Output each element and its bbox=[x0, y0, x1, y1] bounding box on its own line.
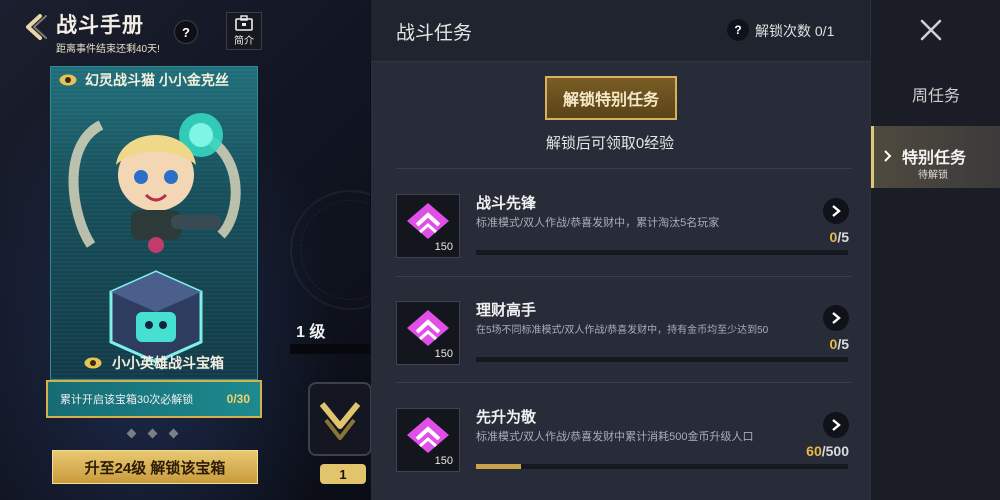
xp-diamond-icon bbox=[407, 203, 449, 239]
task-reward-box: 150 bbox=[396, 408, 460, 472]
chevron-right-icon bbox=[832, 312, 841, 324]
task-name: 先升为敬 bbox=[476, 409, 537, 426]
battle-tasks-panel: 战斗任务 ? 解锁次数 0/1 解锁特别任务 解锁后可领取0经验 150 战斗先… bbox=[371, 0, 870, 500]
little-legend-character-art bbox=[68, 113, 241, 253]
task-progress-bar bbox=[476, 464, 848, 469]
eye-icon[interactable] bbox=[84, 357, 102, 369]
level-number: 1 bbox=[320, 464, 366, 484]
divider bbox=[396, 276, 851, 277]
chest-progress-banner: 累计开启该宝箱30次必解锁 0/30 bbox=[46, 380, 262, 418]
tab-special-status: 待解锁 bbox=[918, 170, 948, 181]
task-description: 标准模式/双人作战/恭喜发财中，累计淘汰5名玩家 bbox=[476, 217, 720, 229]
reward-card: 幻灵战斗猫 小小金克丝 小小英雄战斗宝箱 bbox=[50, 66, 258, 380]
task-reward-xp: 150 bbox=[434, 241, 453, 253]
chest-progress-text: 累计开启该宝箱30次必解锁 bbox=[60, 394, 194, 406]
panel-title: 战斗任务 bbox=[396, 23, 473, 44]
unlock-count: 解锁次数 0/1 bbox=[755, 23, 835, 39]
back-button[interactable] bbox=[20, 12, 50, 42]
help-button[interactable]: ? bbox=[174, 20, 198, 44]
task-reward-xp: 150 bbox=[434, 348, 453, 360]
task-progress-total: /500 bbox=[821, 443, 849, 459]
task-progress-total: /5 bbox=[837, 336, 849, 352]
battle-chest-art bbox=[109, 270, 203, 364]
chest-progress-count: 0/30 bbox=[226, 392, 250, 406]
intro-button[interactable]: 简介 bbox=[226, 12, 262, 50]
eye-icon[interactable] bbox=[59, 74, 77, 86]
task-reward-box: 150 bbox=[396, 301, 460, 365]
briefcase-icon bbox=[235, 15, 253, 31]
task-tabs: 周任务 特别任务 待解锁 bbox=[870, 0, 1000, 500]
task-reward-box: 150 bbox=[396, 194, 460, 258]
pager-dot[interactable] bbox=[126, 428, 137, 439]
pager-dot[interactable] bbox=[147, 428, 158, 439]
task-item: 150 战斗先锋 标准模式/双人作战/恭喜发财中，累计淘汰5名玩家 0/5 bbox=[396, 180, 851, 274]
task-progress: 0/5 bbox=[830, 229, 849, 245]
close-icon[interactable] bbox=[919, 18, 943, 42]
unlock-help-button[interactable]: ? bbox=[727, 19, 749, 41]
task-name: 理财高手 bbox=[476, 302, 537, 319]
upgrade-unlock-button[interactable]: 升至24级 解锁该宝箱 bbox=[52, 450, 258, 484]
back-arrow-icon bbox=[26, 14, 47, 40]
task-description: 标准模式/双人作战/恭喜发财中累计消耗500金币升级人口 bbox=[476, 431, 754, 443]
task-item: 150 先升为敬 标准模式/双人作战/恭喜发财中累计消耗500金币升级人口 60… bbox=[396, 394, 851, 488]
level-bar bbox=[290, 344, 370, 354]
task-detail-button[interactable] bbox=[823, 412, 849, 438]
task-reward-xp: 150 bbox=[434, 455, 453, 467]
chest-name: 小小英雄战斗宝箱 bbox=[112, 355, 224, 371]
intro-label: 简介 bbox=[234, 36, 254, 47]
chevron-right-icon bbox=[884, 150, 892, 162]
chevron-right-icon bbox=[832, 205, 841, 217]
chevron-rank-icon bbox=[319, 402, 361, 440]
panel-header: 战斗任务 ? 解锁次数 0/1 bbox=[371, 0, 870, 62]
page-title: 战斗手册 bbox=[56, 14, 144, 37]
tab-special-tasks[interactable]: 特别任务 待解锁 bbox=[871, 126, 1000, 188]
card-pager bbox=[126, 428, 179, 439]
task-progress-bar bbox=[476, 250, 848, 255]
card-header: 幻灵战斗猫 小小金克丝 bbox=[51, 67, 257, 93]
chevron-right-icon bbox=[832, 419, 841, 431]
tab-special-label: 特别任务 bbox=[902, 150, 967, 167]
divider bbox=[396, 382, 851, 383]
exp-note: 解锁后可领取0经验 bbox=[545, 135, 675, 152]
task-progress-bar bbox=[476, 357, 848, 362]
tab-weekly-tasks[interactable]: 周任务 bbox=[871, 82, 1000, 106]
unlock-special-tasks-button[interactable]: 解锁特别任务 bbox=[545, 76, 677, 120]
task-progress-current: 60 bbox=[806, 443, 822, 459]
card-footer: 小小英雄战斗宝箱 bbox=[51, 353, 257, 373]
task-progress: 60/500 bbox=[806, 443, 849, 459]
pager-dot[interactable] bbox=[168, 428, 179, 439]
task-detail-button[interactable] bbox=[823, 305, 849, 331]
task-name: 战斗先锋 bbox=[476, 195, 537, 212]
xp-diamond-icon bbox=[407, 310, 449, 346]
level-label: 1 级 bbox=[296, 324, 326, 341]
task-progress-fill bbox=[476, 464, 521, 469]
event-countdown: 距离事件结束还剩40天! bbox=[56, 44, 160, 55]
divider bbox=[396, 168, 851, 169]
skin-name: 幻灵战斗猫 小小金克丝 bbox=[85, 72, 229, 88]
task-progress: 0/5 bbox=[830, 336, 849, 352]
task-item: 150 理财高手 在5场不同标准模式/双人作战/恭喜发财中，持有金币均至少达到5… bbox=[396, 287, 851, 381]
xp-diamond-icon bbox=[407, 417, 449, 453]
task-description: 在5场不同标准模式/双人作战/恭喜发财中，持有金币均至少达到50 bbox=[476, 325, 769, 336]
task-detail-button[interactable] bbox=[823, 198, 849, 224]
task-progress-total: /5 bbox=[837, 229, 849, 245]
